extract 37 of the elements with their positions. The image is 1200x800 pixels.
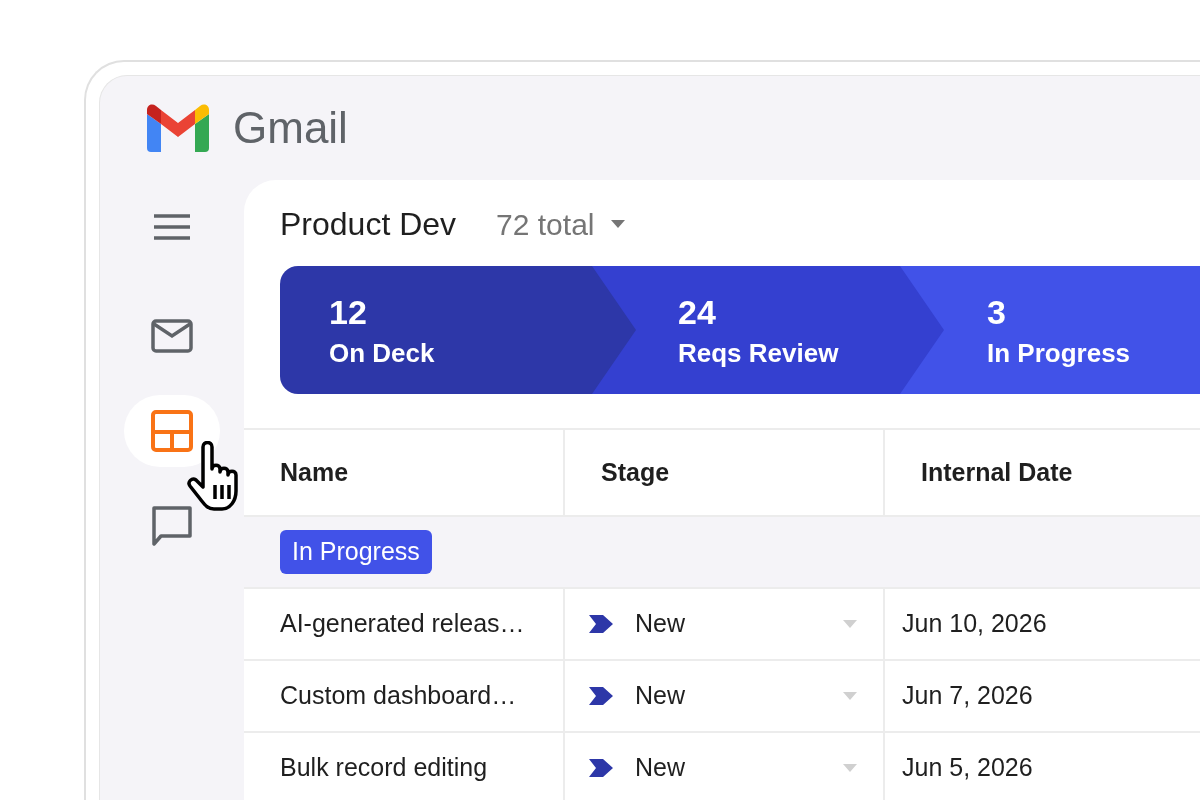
table-cell: Jun 5, 2026 [883,733,1200,800]
table-cell-text: Bulk record editing [279,752,489,784]
stage-count: 3 [987,291,1007,333]
chevron-icon [589,687,613,705]
chevron-icon [589,759,613,777]
caret-icon [843,764,857,772]
menu-icon [153,214,191,240]
app-name: Gmail [233,106,348,150]
pipeline-stage[interactable]: 3 In Progress [900,266,1200,394]
arrow-tip-icon [592,266,636,394]
chevron-icon [589,615,613,633]
layout-icon [151,410,193,452]
total-dropdown[interactable]: 72 total [496,201,625,247]
stage-count: 24 [678,291,717,333]
column-header[interactable]: Stage [563,430,883,515]
group-tag: In Progress [280,530,432,574]
table-cell-text: Custom dashboard… [279,680,518,712]
view-title: Product Dev [280,205,457,244]
chat-icon [151,505,193,547]
stage-label: Reqs Review [678,337,840,370]
table-cell-text: AI-generated releas… [279,608,526,640]
caret-icon [610,220,625,228]
arrow-tip-icon [900,266,944,394]
table-cell: Jun 10, 2026 [883,589,1200,659]
caret-icon [843,692,857,700]
table-cell: Jun 7, 2026 [883,661,1200,731]
stage-dropdown[interactable]: New [563,733,883,800]
column-header[interactable]: Name [244,430,563,515]
mail-icon [151,319,193,353]
stage-dropdown[interactable]: New [563,661,883,731]
gmail-logo-icon [147,104,209,152]
caret-icon [843,620,857,628]
stage-label: In Progress [987,337,1132,370]
stage-count: 12 [329,291,368,333]
stage-label: On Deck [329,337,436,370]
stage-dropdown[interactable]: New [563,589,883,659]
column-header[interactable]: Internal Date [883,430,1200,515]
